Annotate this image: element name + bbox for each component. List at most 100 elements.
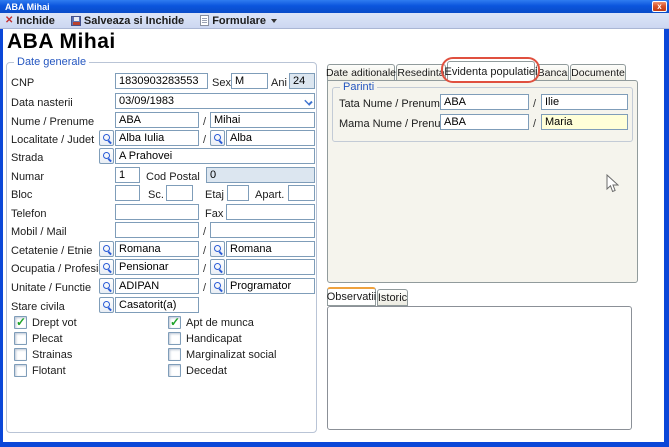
observatii-textarea[interactable] <box>327 306 632 430</box>
salveaza-si-inchide-button[interactable]: Salveaza si Inchide <box>71 14 184 28</box>
save-icon <box>71 16 81 26</box>
localitate-input[interactable] <box>115 130 199 146</box>
separator: / <box>203 263 206 275</box>
search-icon[interactable] <box>99 130 114 146</box>
chevron-down-icon[interactable] <box>304 97 312 105</box>
mail-input[interactable] <box>210 222 315 238</box>
strainas-label[interactable]: Strainas <box>32 349 72 361</box>
magnifier-icon <box>103 301 111 309</box>
separator: / <box>203 245 206 257</box>
nume-input[interactable] <box>115 112 199 128</box>
toolbar: ✕ Inchide Salveaza si Inchide Formulare <box>0 13 669 29</box>
formulare-menu-button[interactable]: Formulare <box>200 14 277 28</box>
search-icon[interactable] <box>99 241 114 257</box>
sex-input[interactable] <box>231 73 268 89</box>
search-icon[interactable] <box>210 130 225 146</box>
stare-civila-label: Stare civila <box>11 301 65 313</box>
cnp-input[interactable] <box>115 73 208 89</box>
mama-nume-input[interactable] <box>440 114 529 130</box>
tab-resedinta[interactable]: Resedinta <box>396 64 446 81</box>
separator: / <box>533 118 536 130</box>
formulare-label: Formulare <box>212 15 266 27</box>
ani-input <box>289 73 315 89</box>
window-border-right <box>664 29 669 443</box>
close-icon[interactable]: x <box>652 1 667 12</box>
strada-label: Strada <box>11 152 43 164</box>
ani-label: Ani <box>271 77 287 89</box>
cetatenie-etnie-label: Cetatenie / Etnie <box>11 245 92 257</box>
magnifier-icon <box>214 263 222 271</box>
cetatenie-input[interactable] <box>115 241 199 257</box>
etnie-input[interactable] <box>226 241 315 257</box>
magnifier-icon <box>214 282 222 290</box>
birth-date-combo[interactable]: 03/09/1983 <box>115 93 315 109</box>
data-nasterii-label: Data nasterii <box>11 97 73 109</box>
bloc-input[interactable] <box>115 185 140 201</box>
magnifier-icon <box>214 245 222 253</box>
handicapat-checkbox[interactable] <box>168 332 181 345</box>
decedat-label[interactable]: Decedat <box>186 365 227 377</box>
numar-input[interactable] <box>115 167 140 183</box>
salveaza-label: Salveaza si Inchide <box>84 15 184 27</box>
handicapat-label[interactable]: Handicapat <box>186 333 242 345</box>
mobil-mail-label: Mobil / Mail <box>11 226 67 238</box>
etaj-input[interactable] <box>227 185 249 201</box>
judet-input[interactable] <box>226 130 315 146</box>
marginalizat-social-checkbox[interactable] <box>168 348 181 361</box>
search-icon[interactable] <box>210 278 225 294</box>
tata-nume-input[interactable] <box>440 94 529 110</box>
search-icon[interactable] <box>99 148 114 164</box>
separator: / <box>533 98 536 110</box>
telefon-label: Telefon <box>11 208 46 220</box>
tab-documente[interactable]: Documente <box>570 64 626 81</box>
mama-nume-prenume-label: Mama Nume / Prenume <box>339 118 456 130</box>
search-icon[interactable] <box>99 297 114 313</box>
profesia-input[interactable] <box>226 259 315 275</box>
functie-input[interactable] <box>226 278 315 294</box>
separator: / <box>203 226 206 238</box>
prenume-input[interactable] <box>210 112 315 128</box>
tab-banca[interactable]: Banca <box>536 64 569 81</box>
apt-de-munca-label[interactable]: Apt de munca <box>186 317 254 329</box>
apart-input[interactable] <box>288 185 315 201</box>
sc-label: Sc. <box>148 189 164 201</box>
decedat-checkbox[interactable] <box>168 364 181 377</box>
flotant-label[interactable]: Flotant <box>32 365 66 377</box>
inchide-label: Inchide <box>16 15 55 27</box>
search-icon[interactable] <box>99 259 114 275</box>
magnifier-icon <box>103 134 111 142</box>
flotant-checkbox[interactable] <box>14 364 27 377</box>
tab-istoric[interactable]: Istoric <box>377 289 408 306</box>
mama-prenume-input[interactable] <box>541 114 628 130</box>
separator: / <box>203 282 206 294</box>
sc-input[interactable] <box>166 185 193 201</box>
unitate-input[interactable] <box>115 278 199 294</box>
fax-input[interactable] <box>226 204 315 220</box>
tata-prenume-input[interactable] <box>541 94 628 110</box>
plecat-label[interactable]: Plecat <box>32 333 63 345</box>
search-icon[interactable] <box>99 278 114 294</box>
magnifier-icon <box>103 263 111 271</box>
tab-observatii[interactable]: Observatii <box>327 287 376 306</box>
strada-input[interactable] <box>115 148 315 164</box>
inchide-button[interactable]: ✕ Inchide <box>5 14 55 28</box>
drept-vot-label[interactable]: Drept vot <box>32 317 77 329</box>
marginalizat-social-label[interactable]: Marginalizat social <box>186 349 276 361</box>
parinti-legend: Parinti <box>340 81 377 93</box>
magnifier-icon <box>103 152 111 160</box>
stare-civila-input[interactable] <box>115 297 199 313</box>
search-icon[interactable] <box>210 241 225 257</box>
drept-vot-checkbox[interactable] <box>14 316 27 329</box>
bloc-label: Bloc <box>11 189 32 201</box>
tab-evidenta-populatiei[interactable]: Evidenta populatiei <box>447 61 535 81</box>
ocupatia-input[interactable] <box>115 259 199 275</box>
cod-postal-label: Cod Postal <box>146 171 200 183</box>
apt-de-munca-checkbox[interactable] <box>168 316 181 329</box>
title-bar: ABA Mihai x <box>0 0 669 13</box>
mobil-input[interactable] <box>115 222 199 238</box>
tab-date-aditionale[interactable]: Date aditionale <box>327 64 395 81</box>
plecat-checkbox[interactable] <box>14 332 27 345</box>
telefon-input[interactable] <box>115 204 199 220</box>
search-icon[interactable] <box>210 259 225 275</box>
strainas-checkbox[interactable] <box>14 348 27 361</box>
